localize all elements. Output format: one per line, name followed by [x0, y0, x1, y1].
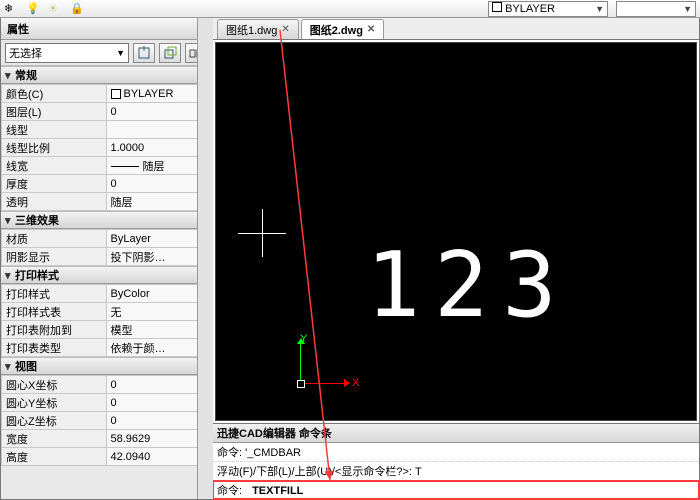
command-bar-title: 迅捷CAD编辑器 命令条: [213, 424, 699, 443]
selection-label: 无选择: [9, 45, 42, 61]
lock-icon[interactable]: 🔒: [70, 2, 84, 16]
table-row: 阴影显示投下阴影…: [2, 248, 211, 266]
x-axis-label: X: [352, 377, 359, 389]
chevron-down-icon: ▾: [5, 69, 15, 82]
table-row: 圆心X坐标0: [2, 376, 211, 394]
secondary-dropdown[interactable]: ▼: [616, 1, 696, 17]
y-axis-label: Y: [300, 333, 307, 345]
document-tabs: 图纸1.dwg ✕ 图纸2.dwg ✕: [213, 18, 699, 40]
table-row: 线宽随层: [2, 157, 211, 175]
command-bar: 迅捷CAD编辑器 命令条 命令: '_CMDBAR 浮动(F)/下部(L)/上部…: [213, 423, 699, 499]
tab-doc-1[interactable]: 图纸1.dwg ✕: [217, 19, 299, 39]
command-history-line: 命令: '_CMDBAR: [213, 443, 699, 462]
group-view-table: 圆心X坐标0 圆心Y坐标0 圆心Z坐标0 宽度58.9629 高度42.0940: [1, 375, 211, 466]
group-view-header[interactable]: ▾视图: [1, 357, 211, 375]
chevron-down-icon: ▼: [683, 4, 692, 14]
command-text: TEXTFILL: [252, 485, 303, 497]
table-row: 打印表附加到模型: [2, 321, 211, 339]
table-row: 圆心Y坐标0: [2, 394, 211, 412]
panel-title: 属性: [1, 18, 211, 40]
color-swatch-icon: [492, 2, 502, 12]
prop-tool-2-button[interactable]: [159, 43, 181, 63]
table-row: 透明随层: [2, 193, 211, 211]
table-row: 打印表类型依赖于颜…: [2, 339, 211, 357]
tab-label: 图纸2.dwg: [310, 22, 363, 38]
bylayer-dropdown[interactable]: BYLAYER ▼: [488, 1, 608, 17]
group-3d-table: 材质ByLayer 阴影显示投下阴影…: [1, 229, 211, 266]
chevron-down-icon: ▼: [595, 4, 604, 14]
table-row: 材质ByLayer: [2, 230, 211, 248]
table-row: 线型: [2, 121, 211, 139]
table-row: 高度42.0940: [2, 448, 211, 466]
table-row: 线型比例1.0000: [2, 139, 211, 157]
color-swatch-icon: [111, 89, 121, 99]
top-toolbar: ❄ 💡 ☀ 🔒 BYLAYER ▼ ▼: [0, 0, 700, 18]
group-print-table: 打印样式ByColor 打印样式表无 打印表附加到模型 打印表类型依赖于颜…: [1, 284, 211, 357]
crosshair-icon: [262, 209, 263, 257]
tab-doc-2[interactable]: 图纸2.dwg ✕: [301, 19, 385, 39]
sun-icon[interactable]: ☀: [48, 2, 62, 16]
group-print-header[interactable]: ▾打印样式: [1, 266, 211, 284]
table-row: 打印样式ByColor: [2, 285, 211, 303]
close-icon[interactable]: ✕: [281, 24, 289, 35]
properties-panel: 属性 无选择 ▼ ▾常规 颜色(C)BYLAYER 图层(L)0 线型 线型比例…: [1, 18, 213, 499]
panel-toolbar: 无选择 ▼: [1, 40, 211, 66]
chevron-down-icon: ▾: [5, 360, 15, 373]
close-icon[interactable]: ✕: [367, 24, 375, 35]
table-row: 厚度0: [2, 175, 211, 193]
bulb-icon[interactable]: 💡: [26, 2, 40, 16]
command-prompt-label: 命令:: [217, 485, 242, 497]
group-3d-header[interactable]: ▾三维效果: [1, 211, 211, 229]
table-row: 打印样式表无: [2, 303, 211, 321]
selection-dropdown[interactable]: 无选择 ▼: [5, 43, 129, 63]
group-general-table: 颜色(C)BYLAYER 图层(L)0 线型 线型比例1.0000 线宽随层 厚…: [1, 84, 211, 211]
table-row: 颜色(C)BYLAYER: [2, 85, 211, 103]
tab-label: 图纸1.dwg: [226, 22, 277, 38]
table-row: 圆心Z坐标0: [2, 412, 211, 430]
scrollbar[interactable]: [197, 18, 213, 499]
ucs-icon: Y X: [300, 333, 360, 393]
chevron-down-icon: ▾: [5, 269, 15, 282]
prop-tool-1-button[interactable]: [133, 43, 155, 63]
table-row: 图层(L)0: [2, 103, 211, 121]
snowflake-icon[interactable]: ❄: [4, 2, 18, 16]
table-row: 宽度58.9629: [2, 430, 211, 448]
lineweight-icon: [111, 166, 139, 167]
command-input[interactable]: 命令: TEXTFILL: [213, 481, 699, 499]
bylayer-label: BYLAYER: [505, 3, 555, 15]
drawing-canvas[interactable]: Y X 123: [215, 42, 697, 421]
drawing-area: 图纸1.dwg ✕ 图纸2.dwg ✕ Y X 123 迅捷CAD编辑器 命令条 命…: [213, 18, 699, 499]
command-history-line: 浮动(F)/下部(L)/上部(U)/<显示命令栏?>: T: [213, 462, 699, 481]
chevron-down-icon: ▼: [116, 48, 125, 58]
properties-scroll[interactable]: ▾常规 颜色(C)BYLAYER 图层(L)0 线型 线型比例1.0000 线宽…: [1, 66, 211, 499]
group-general-header[interactable]: ▾常规: [1, 66, 211, 84]
chevron-down-icon: ▾: [5, 214, 15, 227]
drawing-text-123: 123: [366, 233, 571, 338]
